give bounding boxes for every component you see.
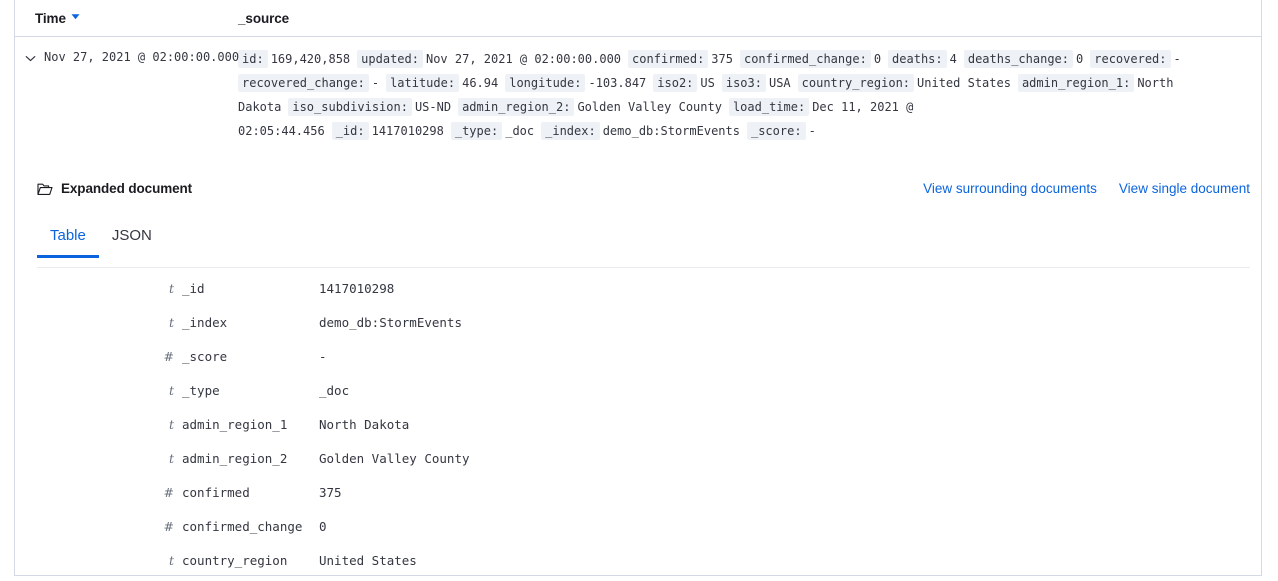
document-field-value: demo_db:StormEvents bbox=[319, 314, 462, 330]
source-field-key: longitude: bbox=[505, 74, 586, 92]
folder-open-icon bbox=[37, 182, 53, 196]
source-field-value: - bbox=[371, 76, 380, 90]
document-field-name: admin_region_1 bbox=[182, 416, 288, 432]
expanded-document-actions: View surrounding documents View single d… bbox=[923, 181, 1250, 196]
source-field-key: _id: bbox=[331, 122, 369, 140]
source-field-value: US bbox=[700, 76, 715, 90]
cell-time: Nov 27, 2021 @ 02:00:00.000 bbox=[44, 50, 240, 64]
field-type-number-icon: # bbox=[163, 484, 174, 500]
source-field-key: _score: bbox=[746, 122, 806, 140]
document-field-name: country_region bbox=[182, 552, 288, 568]
source-field-value: -103.847 bbox=[588, 76, 647, 90]
field-type-string-icon: t bbox=[168, 450, 174, 466]
cell-source: id: 169,420,858 updated: Nov 27, 2021 @ 02:… bbox=[238, 37, 1261, 143]
document-field-row: t admin_region_2 Golden Valley County bbox=[15, 441, 471, 475]
view-single-document-link[interactable]: View single document bbox=[1119, 181, 1250, 196]
source-field-key: deaths_change: bbox=[963, 50, 1074, 68]
view-surrounding-documents-link[interactable]: View surrounding documents bbox=[923, 181, 1097, 196]
field-type-string-icon: t bbox=[168, 416, 174, 432]
chevron-down-icon[interactable] bbox=[20, 48, 40, 68]
tab-json[interactable]: JSON bbox=[99, 227, 165, 257]
source-field-key: _type: bbox=[450, 122, 503, 140]
source-field-key: deaths: bbox=[888, 50, 947, 68]
source-field-value: - bbox=[808, 124, 816, 138]
source-field-value: 4 bbox=[949, 52, 957, 66]
source-field-value: Nov 27, 2021 @ 02:00:00.000 bbox=[425, 52, 622, 66]
document-field-row: t admin_region_1 North Dakota bbox=[15, 407, 471, 441]
tab-table[interactable]: Table bbox=[37, 227, 99, 258]
source-field-value: United States bbox=[917, 76, 1011, 90]
field-type-number-icon: # bbox=[163, 518, 174, 534]
document-field-row: t _id 1417010298 bbox=[15, 271, 471, 305]
field-type-string-icon: t bbox=[168, 382, 174, 398]
source-field-key: recovered: bbox=[1090, 50, 1171, 68]
source-field-value: 46.94 bbox=[462, 76, 499, 90]
document-field-value: 0 bbox=[319, 518, 327, 534]
document-field-value: - bbox=[319, 348, 327, 364]
source-field-key: _index: bbox=[541, 122, 600, 140]
field-type-string-icon: t bbox=[168, 314, 174, 330]
column-header-time-label: Time bbox=[35, 11, 66, 26]
source-field-value: Golden Valley County bbox=[577, 100, 722, 114]
source-field-key: iso3: bbox=[721, 74, 766, 92]
source-field-value: 169,420,858 bbox=[270, 52, 351, 66]
document-fields-table: t _id 1417010298 t _index demo_db:StormEvents… bbox=[15, 271, 471, 577]
document-field-value: _doc bbox=[319, 382, 350, 398]
source-field-key: admin_region_1: bbox=[1017, 74, 1135, 92]
document-field-value: 375 bbox=[319, 484, 342, 500]
source-field-key: admin_region_2: bbox=[458, 98, 575, 116]
source-field-value: 0 bbox=[1076, 52, 1084, 66]
source-field-value: 1417010298 bbox=[371, 124, 444, 138]
expanded-document-title-group: Expanded document bbox=[37, 181, 192, 196]
field-type-string-icon: t bbox=[168, 280, 174, 296]
sort-descending-triangle-icon[interactable] bbox=[71, 12, 80, 21]
source-field-key: updated: bbox=[357, 50, 423, 68]
source-field-key: confirmed_change: bbox=[739, 50, 871, 68]
document-field-name: admin_region_2 bbox=[182, 450, 288, 466]
source-field-key: load_time: bbox=[728, 98, 810, 116]
source-field-value: 375 bbox=[711, 52, 733, 66]
source-field-key: recovered_change: bbox=[238, 74, 369, 92]
source-field-key: country_region: bbox=[797, 74, 915, 92]
document-field-row: t _type _doc bbox=[15, 373, 471, 407]
table-header-row: Time _source bbox=[15, 0, 1261, 37]
source-field-value: US-ND bbox=[414, 100, 452, 114]
source-field-key: latitude: bbox=[386, 74, 460, 92]
expanded-document-tabs: Table JSON bbox=[37, 227, 1250, 268]
source-field-value: USA bbox=[768, 76, 791, 90]
expanded-document-header: Expanded document View surrounding docum… bbox=[15, 155, 1261, 196]
document-field-name: _type bbox=[182, 382, 220, 398]
source-field-key: iso_subdivision: bbox=[288, 98, 412, 116]
source-field-value: _doc bbox=[505, 124, 535, 138]
document-field-row: t _index demo_db:StormEvents bbox=[15, 305, 471, 339]
document-field-name: _score bbox=[182, 348, 228, 364]
source-field-key: confirmed: bbox=[628, 50, 709, 68]
document-field-value: United States bbox=[319, 552, 417, 568]
document-field-value: Golden Valley County bbox=[319, 450, 470, 466]
field-type-number-icon: # bbox=[163, 348, 174, 364]
expanded-document-title: Expanded document bbox=[61, 181, 193, 196]
document-field-row: # _score - bbox=[15, 339, 471, 373]
source-field-key: id: bbox=[238, 50, 268, 68]
source-field-value: 0 bbox=[873, 52, 882, 66]
source-field-key: iso2: bbox=[653, 74, 698, 92]
document-field-row: t country_region United States bbox=[15, 543, 471, 577]
documents-table: Time _source Nov 27, 2021 @ 02:00:00.000… bbox=[14, 0, 1262, 576]
table-row: Nov 27, 2021 @ 02:00:00.000 id: 169,420,8… bbox=[15, 37, 1261, 149]
field-type-string-icon: t bbox=[168, 552, 174, 568]
column-header-source[interactable]: _source bbox=[238, 11, 289, 26]
document-field-row: # confirmed_change 0 bbox=[15, 509, 471, 543]
document-field-row: # confirmed 375 bbox=[15, 475, 471, 509]
source-field-value: demo_db:StormEvents bbox=[602, 124, 740, 138]
source-field-value: - bbox=[1173, 52, 1181, 66]
document-field-name: _index bbox=[182, 314, 228, 330]
column-header-time[interactable]: Time bbox=[35, 11, 80, 26]
document-field-name: confirmed_change bbox=[182, 518, 303, 534]
document-field-value: North Dakota bbox=[319, 416, 410, 432]
document-field-name: confirmed bbox=[182, 484, 250, 500]
expanded-document-panel: Expanded document View surrounding docum… bbox=[15, 155, 1261, 568]
document-field-name: _id bbox=[182, 280, 205, 296]
document-field-value: 1417010298 bbox=[319, 280, 395, 296]
column-header-source-label: _source bbox=[238, 11, 290, 26]
